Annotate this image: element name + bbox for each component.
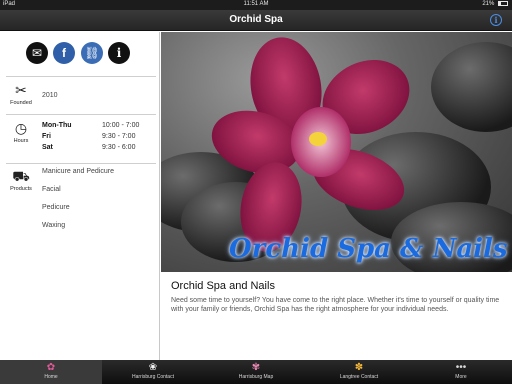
product-item[interactable]: Pedicure bbox=[42, 204, 70, 211]
pink-flower-icon: ✾ bbox=[251, 362, 261, 373]
tab-harrisburg-map[interactable]: ✾ Harrisburg Map bbox=[204, 360, 308, 384]
hours-time: 9:30 - 7:00 bbox=[102, 133, 136, 140]
orchid-icon: ✿ bbox=[46, 362, 56, 373]
navigation-bar: Orchid Spa i bbox=[0, 10, 512, 31]
tab-label: Harrisburg Contact bbox=[132, 374, 174, 380]
hours-day: Mon-Thu bbox=[42, 122, 72, 129]
tab-label: More bbox=[455, 374, 467, 380]
link-icon[interactable]: ⛓ bbox=[81, 42, 103, 64]
product-item[interactable]: Facial bbox=[42, 186, 61, 193]
clock: 11:51 AM bbox=[243, 1, 269, 7]
hours-day: Fri bbox=[42, 133, 51, 140]
tab-harrisburg-contact[interactable]: ❀ Harrisburg Contact bbox=[102, 360, 204, 384]
tab-label: Harrisburg Map bbox=[238, 374, 274, 380]
battery-percent: 21% bbox=[482, 1, 495, 8]
hours-caption: Hours bbox=[13, 138, 29, 144]
hours-time: 9:30 - 6:00 bbox=[102, 144, 136, 151]
yellow-flower-icon: ✽ bbox=[354, 362, 364, 373]
article-title: Orchid Spa and Nails bbox=[171, 280, 275, 292]
hero-caption: Orchid Spa & Nails bbox=[229, 234, 508, 264]
hours-day: Sat bbox=[42, 144, 53, 151]
article-body: Need some time to yourself? You have com… bbox=[171, 297, 500, 313]
tab-more[interactable]: ••• More bbox=[410, 360, 512, 384]
white-flower-icon: ❀ bbox=[148, 362, 158, 373]
founded-value: 2010 bbox=[42, 92, 58, 99]
tab-home[interactable]: ✿ Home bbox=[0, 360, 102, 384]
orchid-center bbox=[309, 132, 327, 146]
founded-icon-group: ✂ Founded bbox=[6, 82, 36, 106]
divider bbox=[6, 163, 156, 164]
tab-label: Langtree Contact bbox=[339, 374, 379, 380]
divider bbox=[6, 76, 156, 77]
tab-langtree-contact[interactable]: ✽ Langtree Contact bbox=[308, 360, 410, 384]
sidebar: ✉ f ⛓ i ✂ Founded 2010 ◷ Hours Mon-Thu 1… bbox=[0, 32, 160, 360]
tab-label: Home bbox=[44, 374, 58, 380]
products-caption: Products bbox=[10, 186, 32, 192]
products-icon: ⛟ bbox=[12, 168, 30, 184]
info-icon[interactable]: i bbox=[108, 42, 130, 64]
founded-caption: Founded bbox=[10, 100, 32, 106]
hours-section: ◷ Hours Mon-Thu 10:00 - 7:00 Fri 9:30 - … bbox=[0, 120, 160, 160]
hero-image: Orchid Spa & Nails bbox=[161, 32, 512, 272]
hours-time: 10:00 - 7:00 bbox=[102, 122, 140, 129]
product-item[interactable]: Waxing bbox=[42, 222, 65, 229]
more-icon: ••• bbox=[455, 362, 467, 373]
hours-icon-group: ◷ Hours bbox=[6, 120, 36, 144]
facebook-icon[interactable]: f bbox=[53, 42, 75, 64]
clock-icon: ◷ bbox=[14, 120, 28, 136]
divider bbox=[6, 114, 156, 115]
tab-bar: ✿ Home ❀ Harrisburg Contact ✾ Harrisburg… bbox=[0, 360, 512, 384]
product-item[interactable]: Manicure and Pedicure bbox=[42, 168, 114, 175]
founded-section: ✂ Founded 2010 bbox=[0, 82, 160, 112]
battery-icon bbox=[498, 1, 508, 6]
email-icon[interactable]: ✉ bbox=[26, 42, 48, 64]
status-bar: iPad 11:51 AM 21% bbox=[0, 0, 512, 10]
main-content: Orchid Spa & Nails Orchid Spa and Nails … bbox=[161, 32, 512, 360]
stone bbox=[431, 42, 512, 132]
products-section: ⛟ Products Manicure and Pedicure Facial … bbox=[0, 166, 160, 266]
social-links: ✉ f ⛓ i bbox=[0, 32, 160, 76]
products-icon-group: ⛟ Products bbox=[6, 168, 36, 192]
ribbon-icon: ✂ bbox=[15, 82, 27, 98]
battery-indicator: 21% bbox=[482, 1, 508, 7]
info-icon[interactable]: i bbox=[490, 14, 502, 26]
page-title: Orchid Spa bbox=[229, 14, 283, 25]
